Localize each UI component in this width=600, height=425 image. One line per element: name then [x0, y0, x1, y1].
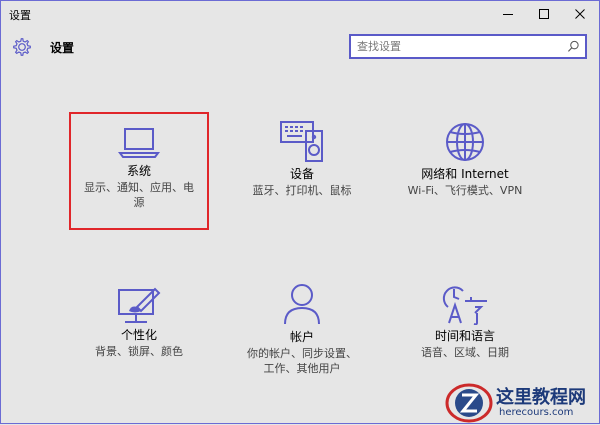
tile-time-language[interactable]: 时间和语言 语音、区域、日期 [397, 283, 533, 360]
personalization-icon [118, 287, 161, 323]
tile-description: 背景、锁屏、颜色 [95, 345, 183, 358]
tile-label: 设备 [289, 167, 314, 181]
minimize-button[interactable] [491, 1, 525, 27]
search-input[interactable] [357, 39, 557, 54]
tile-description: 显示、通知、应用、电 源 [84, 181, 194, 209]
laptop-icon [118, 128, 160, 158]
globe-icon [446, 123, 484, 161]
tile-network[interactable]: 网络和 Internet Wi-Fi、飞行模式、VPN [397, 121, 533, 198]
maximize-button[interactable] [527, 1, 561, 27]
settings-header: 设置 [1, 31, 599, 63]
tile-label: 网络和 Internet [421, 167, 509, 181]
tile-label: 时间和语言 [434, 329, 495, 343]
tile-label: 帐户 [289, 330, 314, 344]
tile-description: Wi-Fi、飞行模式、VPN [407, 184, 523, 197]
watermark-emblem-icon [445, 383, 493, 423]
page-title: 设置 [50, 41, 75, 55]
devices-icon [280, 121, 323, 162]
search-icon[interactable] [567, 40, 580, 53]
window-title: 设置 [9, 9, 31, 22]
time-language-icon [442, 286, 487, 325]
title-bar[interactable]: 设置 [1, 1, 599, 27]
close-button[interactable] [563, 1, 597, 27]
close-icon [575, 9, 585, 19]
watermark-url: herecours.com [499, 407, 574, 418]
minimize-icon [503, 14, 513, 15]
tile-label: 系统 [126, 164, 151, 178]
tile-personalization[interactable]: 个性化 背景、锁屏、颜色 [71, 284, 207, 359]
tile-description: 你的帐户、同步设置、 工作、其他用户 [247, 347, 357, 375]
tile-system[interactable]: 系统 显示、通知、应用、电 源 [71, 126, 207, 210]
settings-window: 设置 设置 查找设置 系统 显示、通知、应用、电 源 设备 蓝牙、打印机、鼠标 … [0, 0, 600, 424]
tile-label: 个性化 [120, 328, 157, 342]
watermark-logo: 这里教程网 herecours.com [441, 377, 600, 425]
search-box[interactable] [349, 34, 587, 59]
maximize-icon [539, 9, 549, 19]
tile-description: 蓝牙、打印机、鼠标 [252, 184, 352, 197]
tile-devices[interactable]: 设备 蓝牙、打印机、鼠标 [234, 119, 370, 198]
tile-accounts[interactable]: 帐户 你的帐户、同步设置、 工作、其他用户 [234, 282, 370, 376]
person-icon [284, 284, 320, 325]
gear-icon [13, 38, 31, 56]
watermark-title: 这里教程网 [496, 387, 586, 408]
tile-description: 语音、区域、日期 [421, 346, 509, 359]
